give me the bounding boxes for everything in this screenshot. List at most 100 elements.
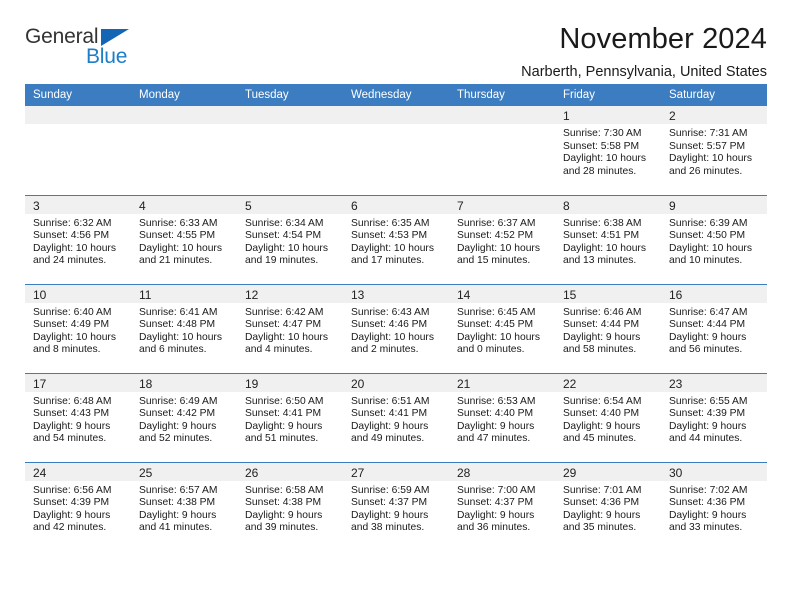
- calendar-day-cell[interactable]: 21 Sunrise: 6:53 AM Sunset: 4:40 PM Dayligh…: [449, 372, 555, 462]
- calendar-day-cell[interactable]: 12 Sunrise: 6:42 AM Sunset: 4:47 PM Dayligh…: [237, 283, 343, 373]
- day-number-band: 11: [131, 284, 237, 303]
- day-number: 5: [245, 198, 252, 213]
- calendar-day-cell[interactable]: 29 Sunrise: 7:01 AM Sunset: 4:36 PM Dayligh…: [555, 461, 661, 551]
- calendar-day-cell[interactable]: 3 Sunrise: 6:32 AM Sunset: 4:56 PM Daylight…: [25, 194, 131, 284]
- daylight-duration-line2: and 51 minutes.: [245, 433, 319, 445]
- day-details: Sunrise: 6:39 AM Sunset: 4:50 PM Daylight:…: [661, 214, 767, 268]
- calendar-day-cell[interactable]: 6 Sunrise: 6:35 AM Sunset: 4:53 PM Daylight…: [343, 194, 449, 284]
- calendar-day-cell[interactable]: 13 Sunrise: 6:43 AM Sunset: 4:46 PM Dayligh…: [343, 283, 449, 373]
- page-title: November 2024: [559, 23, 767, 55]
- sunrise-time: Sunrise: 6:58 AM: [245, 484, 324, 496]
- daylight-duration-line2: and 39 minutes.: [245, 522, 319, 534]
- day-details: [343, 124, 449, 128]
- calendar-day-cell[interactable]: 24 Sunrise: 6:56 AM Sunset: 4:39 PM Dayligh…: [25, 461, 131, 551]
- calendar-day-cell[interactable]: 5 Sunrise: 6:34 AM Sunset: 4:54 PM Daylight…: [237, 194, 343, 284]
- sunrise-time: Sunrise: 6:56 AM: [33, 484, 112, 496]
- day-details: Sunrise: 6:42 AM Sunset: 4:47 PM Daylight:…: [237, 303, 343, 357]
- calendar-day-cell[interactable]: 8 Sunrise: 6:38 AM Sunset: 4:51 PM Daylight…: [555, 194, 661, 284]
- sunrise-time: Sunrise: 6:43 AM: [351, 306, 430, 318]
- calendar-day-cell[interactable]: 19 Sunrise: 6:50 AM Sunset: 4:41 PM Dayligh…: [237, 372, 343, 462]
- daylight-duration-line1: Daylight: 10 hours: [139, 242, 222, 254]
- calendar-day-cell[interactable]: 14 Sunrise: 6:45 AM Sunset: 4:45 PM Dayligh…: [449, 283, 555, 373]
- daylight-duration-line2: and 35 minutes.: [563, 522, 637, 534]
- day-number: 3: [33, 198, 40, 213]
- calendar-day-cell[interactable]: 7 Sunrise: 6:37 AM Sunset: 4:52 PM Daylight…: [449, 194, 555, 284]
- day-number: 9: [669, 198, 676, 213]
- sunrise-time: Sunrise: 6:35 AM: [351, 217, 430, 229]
- day-number: 29: [563, 465, 577, 480]
- day-number-band: 23: [661, 373, 767, 392]
- daylight-duration-line2: and 33 minutes.: [669, 522, 743, 534]
- calendar-day-cell-empty: [449, 106, 555, 195]
- daylight-duration-line2: and 17 minutes.: [351, 255, 425, 267]
- calendar-day-cell[interactable]: 28 Sunrise: 7:00 AM Sunset: 4:37 PM Dayligh…: [449, 461, 555, 551]
- calendar-week-row: 3 Sunrise: 6:32 AM Sunset: 4:56 PM Daylight…: [25, 194, 767, 284]
- daylight-duration-line2: and 38 minutes.: [351, 522, 425, 534]
- page-header: General Blue November 2024 Narberth, Pen…: [25, 0, 767, 80]
- daylight-duration-line2: and 44 minutes.: [669, 433, 743, 445]
- sunset-time: Sunset: 4:45 PM: [457, 319, 534, 331]
- daylight-duration-line2: and 0 minutes.: [457, 344, 525, 356]
- day-number-band: 5: [237, 195, 343, 214]
- weekday-header-saturday: Saturday: [661, 84, 767, 106]
- daylight-duration-line1: Daylight: 9 hours: [245, 509, 323, 521]
- day-details: Sunrise: 6:43 AM Sunset: 4:46 PM Daylight:…: [343, 303, 449, 357]
- sunrise-time: Sunrise: 6:50 AM: [245, 395, 324, 407]
- day-details: Sunrise: 6:58 AM Sunset: 4:38 PM Daylight:…: [237, 481, 343, 535]
- calendar-day-cell[interactable]: 1 Sunrise: 7:30 AM Sunset: 5:58 PM Daylight…: [555, 106, 661, 195]
- daylight-duration-line1: Daylight: 9 hours: [351, 509, 429, 521]
- sunset-time: Sunset: 4:44 PM: [563, 319, 640, 331]
- calendar-day-cell[interactable]: 27 Sunrise: 6:59 AM Sunset: 4:37 PM Dayligh…: [343, 461, 449, 551]
- day-details: Sunrise: 7:00 AM Sunset: 4:37 PM Daylight:…: [449, 481, 555, 535]
- calendar-day-cell[interactable]: 22 Sunrise: 6:54 AM Sunset: 4:40 PM Dayligh…: [555, 372, 661, 462]
- brand-name-blue: Blue: [86, 45, 128, 68]
- calendar-day-cell[interactable]: 4 Sunrise: 6:33 AM Sunset: 4:55 PM Daylight…: [131, 194, 237, 284]
- sunset-time: Sunset: 4:40 PM: [457, 408, 534, 420]
- calendar-day-cell[interactable]: 16 Sunrise: 6:47 AM Sunset: 4:44 PM Dayligh…: [661, 283, 767, 373]
- day-details: [237, 124, 343, 128]
- weekday-header-friday: Friday: [555, 84, 661, 106]
- daylight-duration-line2: and 2 minutes.: [351, 344, 419, 356]
- day-number-band: 25: [131, 462, 237, 481]
- calendar-grid: Sunday Monday Tuesday Wednesday Thursday…: [25, 84, 767, 551]
- calendar-day-cell[interactable]: 11 Sunrise: 6:41 AM Sunset: 4:48 PM Dayligh…: [131, 283, 237, 373]
- day-number: 12: [245, 287, 259, 302]
- calendar-day-cell[interactable]: 15 Sunrise: 6:46 AM Sunset: 4:44 PM Dayligh…: [555, 283, 661, 373]
- daylight-duration-line1: Daylight: 9 hours: [457, 420, 535, 432]
- day-number-band: 9: [661, 195, 767, 214]
- day-number-band: [449, 106, 555, 124]
- day-details: Sunrise: 6:45 AM Sunset: 4:45 PM Daylight:…: [449, 303, 555, 357]
- daylight-duration-line2: and 49 minutes.: [351, 433, 425, 445]
- calendar-day-cell[interactable]: 10 Sunrise: 6:40 AM Sunset: 4:49 PM Dayligh…: [25, 283, 131, 373]
- day-number-band: 21: [449, 373, 555, 392]
- day-number: 8: [563, 198, 570, 213]
- brand-logo[interactable]: General Blue: [25, 24, 145, 72]
- sunset-time: Sunset: 4:47 PM: [245, 319, 322, 331]
- calendar-day-cell[interactable]: 30 Sunrise: 7:02 AM Sunset: 4:36 PM Dayligh…: [661, 461, 767, 551]
- daylight-duration-line2: and 36 minutes.: [457, 522, 531, 534]
- day-number: 22: [563, 376, 577, 391]
- calendar-day-cell[interactable]: 26 Sunrise: 6:58 AM Sunset: 4:38 PM Dayligh…: [237, 461, 343, 551]
- calendar-week-row: 24 Sunrise: 6:56 AM Sunset: 4:39 PM Dayligh…: [25, 461, 767, 551]
- calendar-day-cell[interactable]: 17 Sunrise: 6:48 AM Sunset: 4:43 PM Dayligh…: [25, 372, 131, 462]
- calendar-day-cell[interactable]: 20 Sunrise: 6:51 AM Sunset: 4:41 PM Dayligh…: [343, 372, 449, 462]
- calendar-day-cell[interactable]: 25 Sunrise: 6:57 AM Sunset: 4:38 PM Dayligh…: [131, 461, 237, 551]
- day-details: Sunrise: 6:55 AM Sunset: 4:39 PM Daylight:…: [661, 392, 767, 446]
- calendar-day-cell[interactable]: 23 Sunrise: 6:55 AM Sunset: 4:39 PM Dayligh…: [661, 372, 767, 462]
- daylight-duration-line2: and 15 minutes.: [457, 255, 531, 267]
- sunset-time: Sunset: 4:40 PM: [563, 408, 640, 420]
- day-number: 30: [669, 465, 683, 480]
- day-number-band: 4: [131, 195, 237, 214]
- sunrise-time: Sunrise: 6:42 AM: [245, 306, 324, 318]
- weekday-header-tuesday: Tuesday: [237, 84, 343, 106]
- sunrise-time: Sunrise: 6:38 AM: [563, 217, 642, 229]
- calendar-day-cell[interactable]: 9 Sunrise: 6:39 AM Sunset: 4:50 PM Daylight…: [661, 194, 767, 284]
- day-details: Sunrise: 6:37 AM Sunset: 4:52 PM Daylight:…: [449, 214, 555, 268]
- title-block: November 2024 Narberth, Pennsylvania, Un…: [521, 23, 767, 81]
- sunrise-time: Sunrise: 6:59 AM: [351, 484, 430, 496]
- calendar-day-cell[interactable]: 18 Sunrise: 6:49 AM Sunset: 4:42 PM Dayligh…: [131, 372, 237, 462]
- calendar-day-cell[interactable]: 2 Sunrise: 7:31 AM Sunset: 5:57 PM Daylight…: [661, 106, 767, 195]
- daylight-duration-line1: Daylight: 9 hours: [33, 509, 111, 521]
- day-number-band: 6: [343, 195, 449, 214]
- day-number-band: 27: [343, 462, 449, 481]
